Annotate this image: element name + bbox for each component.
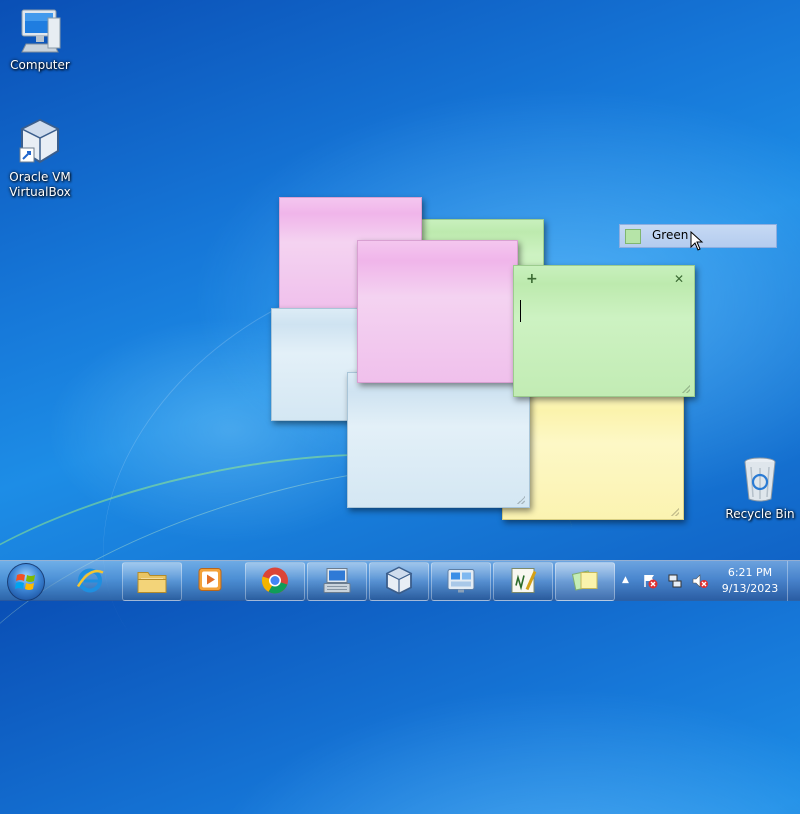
start-button[interactable] — [5, 562, 45, 601]
clock-date: 9/13/2023 — [721, 582, 779, 595]
chrome-icon — [260, 565, 290, 598]
desktop-icon-computer[interactable]: Computer — [2, 8, 78, 73]
virtualbox-icon — [18, 118, 62, 166]
note-title-bar[interactable]: + ✕ — [514, 266, 694, 292]
volume-muted-icon[interactable] — [692, 573, 708, 592]
file-explorer-icon — [136, 566, 168, 597]
add-note-button[interactable]: + — [526, 271, 538, 287]
text-cursor — [520, 300, 521, 322]
taskbar-virtualbox[interactable] — [369, 562, 429, 601]
taskbar-math-input[interactable] — [493, 562, 553, 601]
windows-start-orb-icon — [7, 563, 45, 601]
show-hidden-icons-button[interactable]: ▲ — [622, 575, 629, 585]
resize-grip[interactable] — [517, 496, 525, 504]
taskbar-sticky-notes[interactable] — [555, 562, 615, 601]
media-player-icon — [196, 565, 224, 596]
resize-grip[interactable] — [682, 385, 690, 393]
taskbar-chrome[interactable] — [245, 562, 305, 601]
taskbar-clock[interactable]: 6:21 PM 9/13/2023 — [716, 565, 784, 597]
taskbar-control-panel[interactable] — [431, 562, 491, 601]
clock-time: 6:21 PM — [727, 566, 773, 579]
close-note-button[interactable]: ✕ — [674, 272, 684, 286]
action-center-icon[interactable] — [642, 573, 658, 592]
desktop-icon-virtualbox[interactable]: Oracle VM VirtualBox — [2, 118, 78, 200]
math-input-icon — [508, 565, 538, 598]
note-text-area[interactable] — [520, 296, 688, 382]
taskbar-file-explorer[interactable] — [122, 562, 182, 601]
taskbar-internet-explorer[interactable] — [62, 562, 118, 599]
desktop-icon-recycle-bin[interactable]: Recycle Bin — [722, 455, 798, 522]
on-screen-keyboard-icon — [322, 566, 352, 597]
desktop-icon-label: Oracle VM VirtualBox — [9, 170, 71, 199]
menu-item-label: Green — [652, 228, 689, 242]
taskbar-on-screen-keyboard[interactable] — [307, 562, 367, 601]
sticky-note-blue-front[interactable] — [347, 372, 530, 508]
recycle-bin-icon — [740, 455, 780, 503]
internet-explorer-icon — [75, 564, 105, 597]
mouse-pointer-icon — [690, 230, 704, 254]
taskbar-media-player[interactable] — [182, 562, 238, 599]
virtualbox-icon — [385, 565, 413, 598]
taskbar: ▲ 6:21 PM 9/13/2023 — [0, 560, 800, 601]
desktop-icon-label: Computer — [10, 58, 70, 72]
control-panel-icon — [446, 566, 476, 597]
color-swatch — [625, 229, 641, 244]
sticky-note-pink-front[interactable] — [357, 240, 518, 383]
sticky-note-active[interactable]: + ✕ — [513, 265, 695, 397]
show-desktop-button[interactable] — [787, 561, 800, 601]
computer-icon — [18, 8, 62, 54]
desktop-icon-label: Recycle Bin — [725, 507, 795, 521]
network-icon[interactable] — [667, 573, 683, 592]
resize-grip[interactable] — [671, 508, 679, 516]
sticky-notes-icon — [570, 566, 600, 597]
